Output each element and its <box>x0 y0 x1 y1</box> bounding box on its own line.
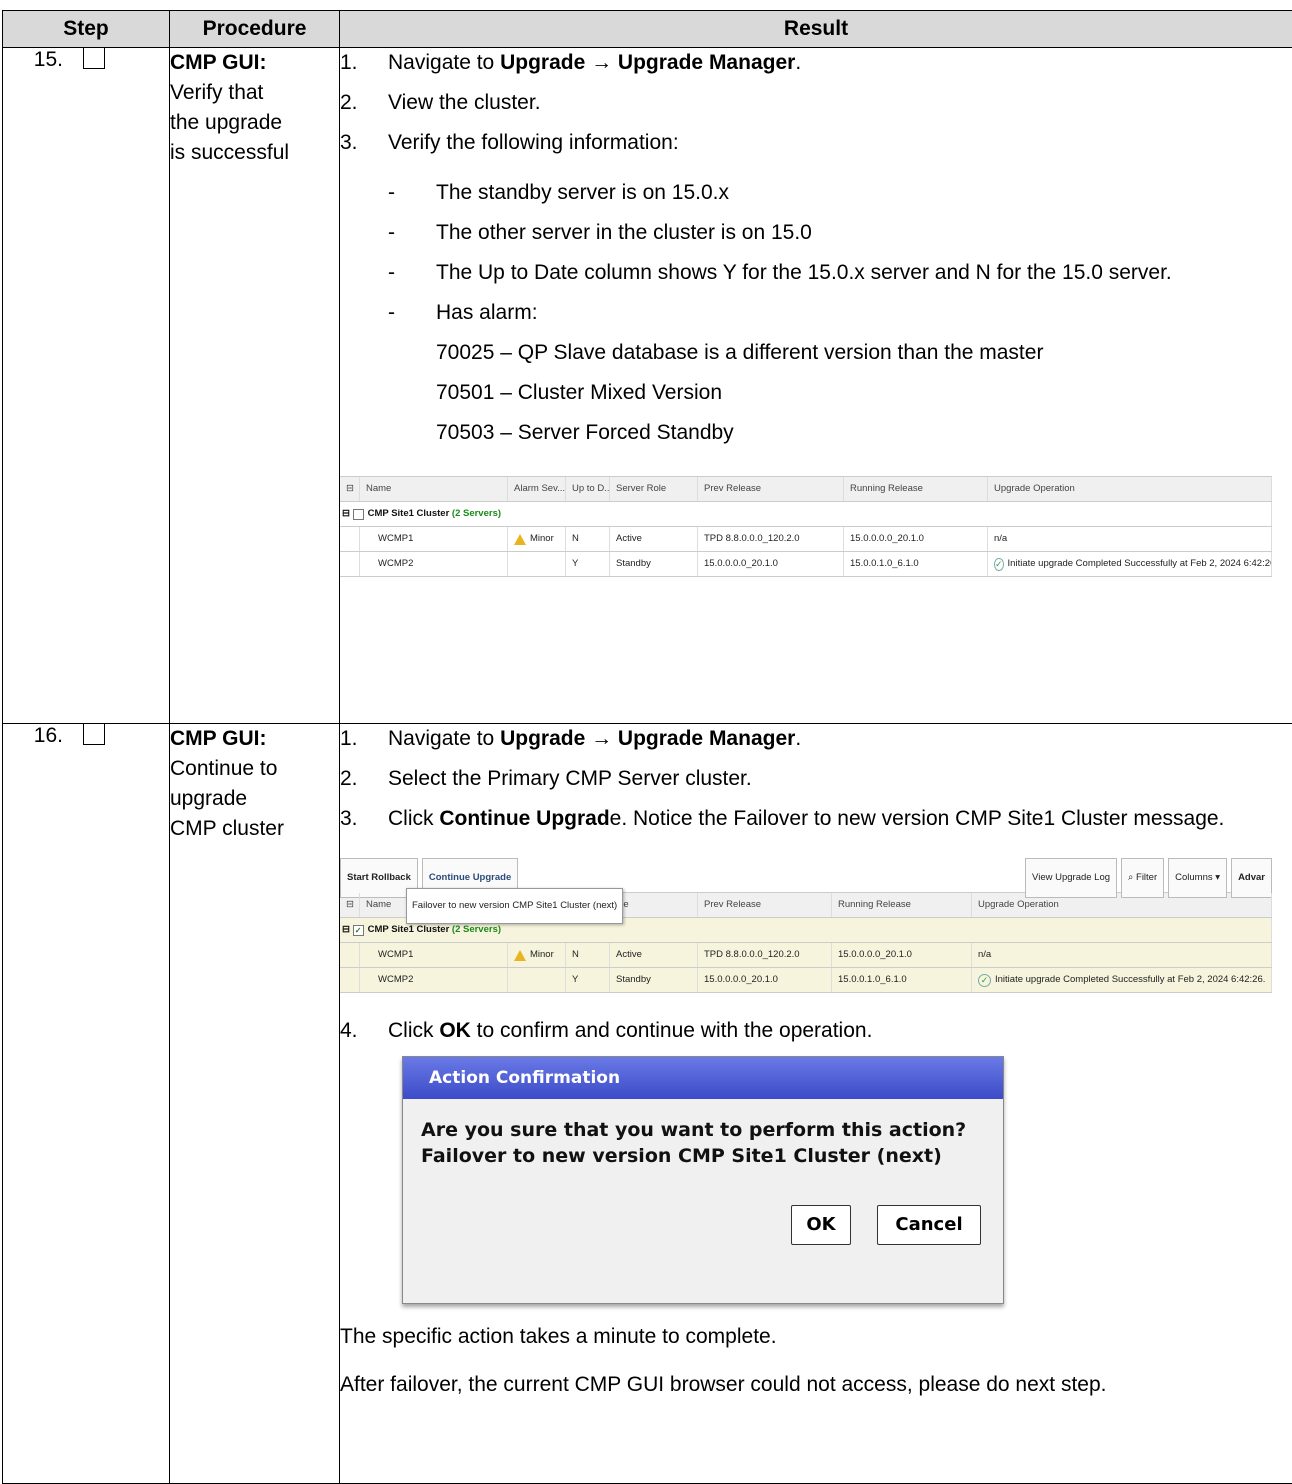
procedure-desc-line: Continue to <box>170 757 278 780</box>
cluster-row[interactable]: ⊟ CMP Site1 Cluster (2 Servers) <box>340 502 1272 527</box>
table-header-row: Step Procedure Result <box>2 10 1292 48</box>
alarm-line: 70025 – QP Slave database is a different… <box>436 341 1044 364</box>
result-item: 3. Verify the following information: <box>340 131 679 154</box>
upgrade-manager-grid-2: Start Rollback Continue Upgrade View Upg… <box>340 858 1272 993</box>
result-item: 1. Navigate to Upgrade → Upgrade Manager… <box>340 51 802 74</box>
grid-header: ⊟ Name Alarm Sev... Up to D... Server Ro… <box>340 476 1272 502</box>
table-row[interactable]: WCMP1 Minor N Active TPD 8.8.0.0.0_120.2… <box>340 943 1272 968</box>
success-check-icon: ✓ <box>994 557 1004 571</box>
columns-button[interactable]: Columns ▾ <box>1168 858 1228 898</box>
procedure-desc-line: upgrade <box>170 787 248 810</box>
step-cell-16: 16. <box>2 723 170 1484</box>
warning-icon <box>514 949 526 961</box>
action-confirmation-dialog: Action Confirmation Are you sure that yo… <box>402 1056 1004 1304</box>
result-cell-16: 1. Navigate to Upgrade → Upgrade Manager… <box>339 723 1292 1484</box>
procedure-cell-15: CMP GUI: Verify that the upgrade is succ… <box>169 47 340 724</box>
result-item: 4. Click OK to confirm and continue with… <box>340 1019 873 1042</box>
cluster-checkbox[interactable]: ✓ <box>352 924 364 936</box>
bullet-item: - The other server in the cluster is on 1… <box>388 221 812 244</box>
step-checkbox[interactable] <box>83 47 105 70</box>
step-checkbox[interactable] <box>83 723 105 746</box>
step-cell-15: 15. <box>2 47 170 724</box>
result-paragraph: The specific action takes a minute to co… <box>340 1325 777 1348</box>
table-row[interactable]: WCMP2 Y Standby 15.0.0.0.0_20.1.0 15.0.0… <box>340 552 1272 577</box>
procedure-desc-line: CMP cluster <box>170 817 284 840</box>
advanced-button[interactable]: Advar <box>1231 858 1272 898</box>
step-row-15: 15. CMP GUI: Verify that the upgrade is … <box>2 47 1292 724</box>
upgrade-manager-grid: ⊟ Name Alarm Sev... Up to D... Server Ro… <box>340 476 1272 577</box>
procedure-cell-16: CMP GUI: Continue to upgrade CMP cluster <box>169 723 340 1484</box>
alarm-line: 70503 – Server Forced Standby <box>436 421 734 444</box>
filter-icon: ⌕ <box>1128 872 1134 883</box>
header-step: Step <box>2 10 170 48</box>
procedure-desc-line: is successful <box>170 141 290 164</box>
bullet-item: - The standby server is on 15.0.x <box>388 181 729 204</box>
filter-button[interactable]: ⌕ Filter <box>1121 858 1165 898</box>
result-cell-15: 1. Navigate to Upgrade → Upgrade Manager… <box>339 47 1292 724</box>
procedure-desc-line: the upgrade <box>170 111 283 134</box>
chevron-down-icon: ▾ <box>1215 872 1221 883</box>
procedure-title: CMP GUI: <box>170 727 267 750</box>
alarm-line: 70501 – Cluster Mixed Version <box>436 381 722 404</box>
ok-button[interactable]: OK <box>791 1205 851 1245</box>
cancel-button[interactable]: Cancel <box>877 1205 981 1245</box>
document-page: Step Procedure Result 15. CMP GUI: Verif… <box>0 0 1292 1484</box>
dialog-message: Are you sure that you want to perform th… <box>421 1119 967 1167</box>
bullet-item: - Has alarm: <box>388 301 538 324</box>
step-row-16: 16. CMP GUI: Continue to upgrade CMP clu… <box>2 723 1292 1484</box>
result-item: 2. Select the Primary CMP Server cluster… <box>340 767 752 790</box>
header-procedure: Procedure <box>169 10 340 48</box>
step-number: 15. <box>33 48 63 71</box>
procedure-table: Step Procedure Result 15. CMP GUI: Verif… <box>2 10 1292 1484</box>
table-row[interactable]: WCMP1 Minor N Active TPD 8.8.0.0.0_120.2… <box>340 527 1272 552</box>
result-item: 2. View the cluster. <box>340 91 541 114</box>
warning-icon <box>514 533 526 545</box>
result-item: 3. Click Continue Upgrade. Notice the Fa… <box>340 807 1225 830</box>
bullet-item: - The Up to Date column shows Y for the 1… <box>388 261 1172 284</box>
dialog-title: Action Confirmation <box>403 1057 1003 1099</box>
dialog-area: Action Confirmation Are you sure that yo… <box>340 1056 1292 1322</box>
procedure-title: CMP GUI: <box>170 51 267 74</box>
step-number: 16. <box>33 724 63 747</box>
procedure-desc-line: Verify that <box>170 81 264 104</box>
header-result: Result <box>339 10 1292 48</box>
table-row[interactable]: WCMP2 Y Standby 15.0.0.0.0_20.1.0 15.0.0… <box>340 968 1272 993</box>
view-upgrade-log-button[interactable]: View Upgrade Log <box>1025 858 1118 898</box>
result-paragraph: After failover, the current CMP GUI brow… <box>340 1373 1107 1396</box>
cluster-checkbox[interactable] <box>352 508 364 520</box>
result-item: 1. Navigate to Upgrade → Upgrade Manager… <box>340 727 802 750</box>
success-check-icon: ✓ <box>978 973 991 987</box>
failover-tooltip: Failover to new version CMP Site1 Cluste… <box>406 888 624 924</box>
